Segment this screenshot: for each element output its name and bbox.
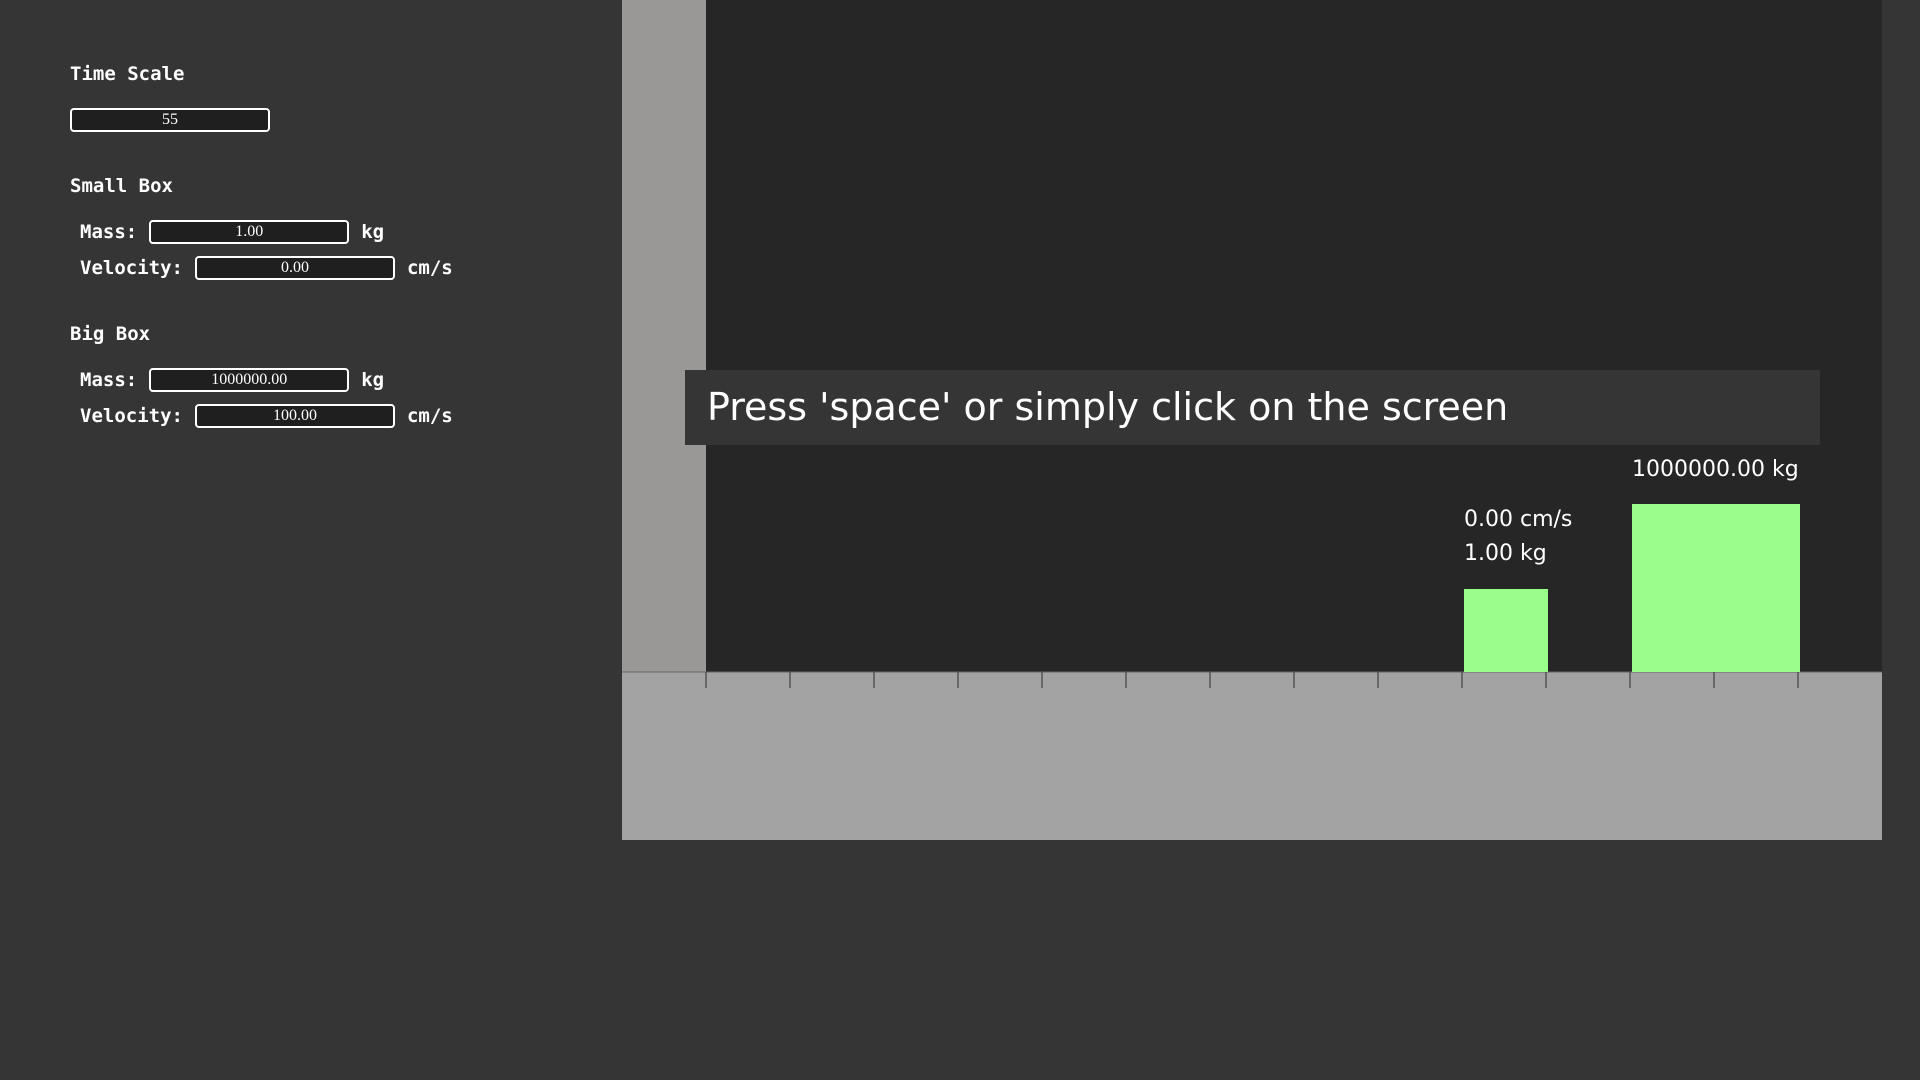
simulation-canvas[interactable]: 0.00 cm/s 1.00 kg 1000000.00 kg Press 's… — [622, 0, 1882, 840]
big-box-title: Big Box — [70, 323, 151, 345]
small-box-velocity-row: Velocity: cm/s — [80, 255, 453, 281]
big-box-velocity-label: Velocity: — [80, 405, 183, 427]
small-box-velocity-label: Velocity: — [80, 257, 183, 279]
big-box-mass-row: Mass: kg — [80, 367, 384, 393]
floor — [622, 672, 1882, 840]
big-box — [1632, 504, 1800, 672]
small-box-title: Small Box — [70, 175, 173, 197]
big-box-mass-input[interactable] — [149, 368, 350, 392]
small-box-mass-label: Mass: — [80, 221, 138, 243]
big-box-velocity-row: Velocity: cm/s — [80, 403, 453, 429]
big-box-mass-label: Mass: — [80, 369, 138, 391]
small-box-mass-readout: 1.00 kg — [1464, 541, 1547, 566]
small-box — [1464, 589, 1548, 672]
time-scale-title: Time Scale — [70, 63, 185, 85]
wall — [622, 0, 706, 672]
big-box-velocity-input[interactable] — [194, 404, 395, 428]
big-box-velocity-unit: cm/s — [406, 405, 453, 427]
small-box-velocity-unit: cm/s — [406, 257, 453, 279]
time-scale-input[interactable] — [70, 108, 270, 132]
small-box-mass-input[interactable] — [149, 220, 350, 244]
start-hint-banner[interactable]: Press 'space' or simply click on the scr… — [685, 370, 1820, 445]
small-box-velocity-readout: 0.00 cm/s — [1464, 507, 1573, 532]
control-panel: Time Scale Small Box Mass: kg Velocity: … — [0, 0, 620, 1080]
small-box-mass-row: Mass: kg — [80, 219, 384, 245]
big-box-mass-readout: 1000000.00 kg — [1632, 457, 1799, 482]
big-box-mass-unit: kg — [361, 369, 385, 391]
small-box-velocity-input[interactable] — [194, 256, 395, 280]
small-box-mass-unit: kg — [361, 221, 385, 243]
